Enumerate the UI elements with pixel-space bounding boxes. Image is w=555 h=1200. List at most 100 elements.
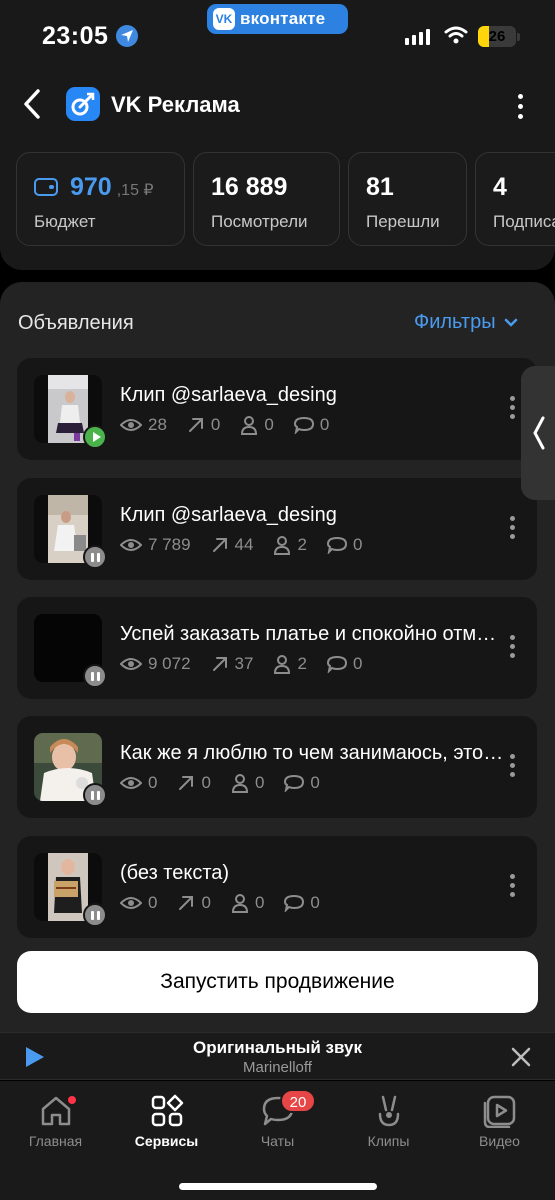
tab-home[interactable]: Главная	[0, 1091, 111, 1149]
track-artist: Marinelloff	[243, 1059, 312, 1076]
user-icon	[231, 774, 248, 793]
subs-count: 0	[264, 415, 274, 434]
subs-count: 2	[297, 535, 307, 554]
arrow-up-right-icon	[179, 776, 194, 790]
stat-card-budget[interactable]: 970 ,15 ₽ Бюджет	[16, 152, 185, 246]
services-icon	[151, 1094, 183, 1127]
vk-logo-icon: VK	[213, 8, 235, 30]
mini-player[interactable]: Оригинальный звук Marinelloff	[0, 1032, 555, 1080]
eye-icon	[120, 539, 142, 551]
return-to-app-label: вконтакте	[240, 9, 326, 28]
comment-icon	[293, 416, 314, 434]
eye-icon	[120, 777, 142, 789]
ad-item[interactable]: Успей заказать платье и спокойно отмечат…	[17, 597, 537, 699]
cellular-signal-icon	[405, 29, 430, 45]
tab-label: Видео	[479, 1133, 520, 1149]
clicks-count: 0	[201, 893, 211, 912]
more-options-icon[interactable]	[518, 94, 523, 119]
ad-more-icon[interactable]	[510, 754, 515, 777]
ad-item[interactable]: (без текста) 0 0 0 0	[17, 836, 537, 938]
ad-title: Клип @sarlaeva_desing	[120, 504, 337, 526]
unread-count-badge: 20	[280, 1089, 316, 1113]
ad-more-icon[interactable]	[510, 874, 515, 897]
clicks-count: 44	[234, 535, 254, 554]
tab-video[interactable]: Видео	[444, 1091, 555, 1149]
ad-item[interactable]: Как же я люблю то чем занимаюсь, это про…	[17, 716, 537, 818]
close-icon[interactable]	[510, 1046, 532, 1068]
clicks-count: 37	[234, 654, 254, 673]
launch-promotion-button[interactable]: Запустить продвижение	[17, 951, 538, 1013]
user-icon	[274, 536, 291, 555]
subs-count: 2	[297, 654, 307, 673]
location-arrow-icon	[116, 25, 138, 47]
budget-value: 970	[70, 173, 112, 201]
stat-value: 16 889	[211, 173, 288, 201]
ad-title: Как же я люблю то чем занимаюсь, это про…	[120, 742, 505, 764]
ad-more-icon[interactable]	[510, 635, 515, 658]
video-icon	[483, 1095, 515, 1128]
side-panel-handle[interactable]	[521, 366, 555, 500]
back-chevron-icon[interactable]	[18, 86, 46, 122]
eye-icon	[120, 419, 142, 431]
stat-label: Посмотрели	[211, 212, 308, 231]
stat-label: Подписались	[493, 212, 555, 231]
tab-chats[interactable]: 20 Чаты	[222, 1089, 333, 1149]
views-count: 0	[148, 773, 158, 792]
views-count: 7 789	[148, 535, 191, 554]
views-count: 0	[148, 893, 158, 912]
comments-count: 0	[352, 654, 363, 673]
ad-item[interactable]: Клип @sarlaeva_desing 28 0 0 0	[17, 358, 537, 460]
ad-item[interactable]: Клип @sarlaeva_desing 7 789 44 2 0	[17, 478, 537, 580]
tab-label: Чаты	[260, 1133, 295, 1149]
arrow-up-right-icon	[212, 538, 227, 552]
subs-count: 0	[254, 893, 265, 912]
play-status-icon	[83, 425, 107, 449]
tab-clips[interactable]: Клипы	[333, 1091, 444, 1149]
stat-label: Бюджет	[34, 212, 96, 231]
ad-stats: 0 0 0 0	[120, 893, 340, 913]
track-title: Оригинальный звук	[193, 1038, 362, 1057]
filters-button[interactable]: Фильтры	[414, 311, 518, 334]
tab-label: Главная	[28, 1133, 83, 1149]
notification-dot	[68, 1096, 76, 1104]
clicks-count: 0	[210, 415, 221, 434]
views-count: 28	[148, 415, 167, 434]
stat-card-subscribers[interactable]: 4 Подписались	[475, 152, 555, 246]
battery-icon: 26	[478, 26, 516, 47]
comment-icon	[326, 655, 347, 673]
chevron-down-icon	[504, 318, 517, 327]
user-icon	[274, 655, 291, 674]
arrow-up-right-icon	[179, 896, 194, 910]
ad-more-icon[interactable]	[510, 516, 515, 539]
header: VK Реклама 970 ,15 ₽ Бюджет 16 889 Посмо…	[0, 70, 555, 270]
vk-ads-logo-icon	[66, 87, 100, 121]
wifi-icon	[444, 26, 468, 44]
ad-title: Клип @sarlaeva_desing	[120, 384, 337, 406]
return-to-app-pill[interactable]: VK вконтакте	[207, 4, 348, 34]
budget-cents: ,15 ₽	[116, 182, 154, 199]
wallet-icon	[34, 178, 58, 196]
comment-icon	[284, 774, 305, 792]
filters-label: Фильтры	[414, 311, 496, 333]
comment-icon	[284, 894, 305, 912]
stat-card-clicks[interactable]: 81 Перешли	[348, 152, 467, 246]
stat-card-views[interactable]: 16 889 Посмотрели	[193, 152, 340, 246]
ad-more-icon[interactable]	[510, 396, 515, 419]
arrow-up-right-icon	[212, 657, 227, 671]
clips-icon	[378, 1095, 399, 1127]
comments-count: 0	[310, 893, 320, 912]
pause-status-icon	[83, 903, 107, 927]
user-icon	[241, 416, 258, 435]
tab-services[interactable]: Сервисы	[111, 1091, 222, 1149]
eye-icon	[120, 658, 142, 670]
stat-value: 4	[493, 173, 507, 201]
page-title: VK Реклама	[111, 92, 240, 117]
section-title: Объявления	[18, 312, 134, 334]
stat-value: 81	[366, 173, 394, 201]
pause-status-icon	[83, 545, 107, 569]
pause-status-icon	[83, 783, 107, 807]
status-bar: 23:05 VK вконтакте 26	[0, 0, 555, 70]
arrow-up-right-icon	[188, 418, 203, 432]
ad-title: Успей заказать платье и спокойно отмечат…	[120, 623, 505, 645]
user-icon	[231, 894, 248, 913]
